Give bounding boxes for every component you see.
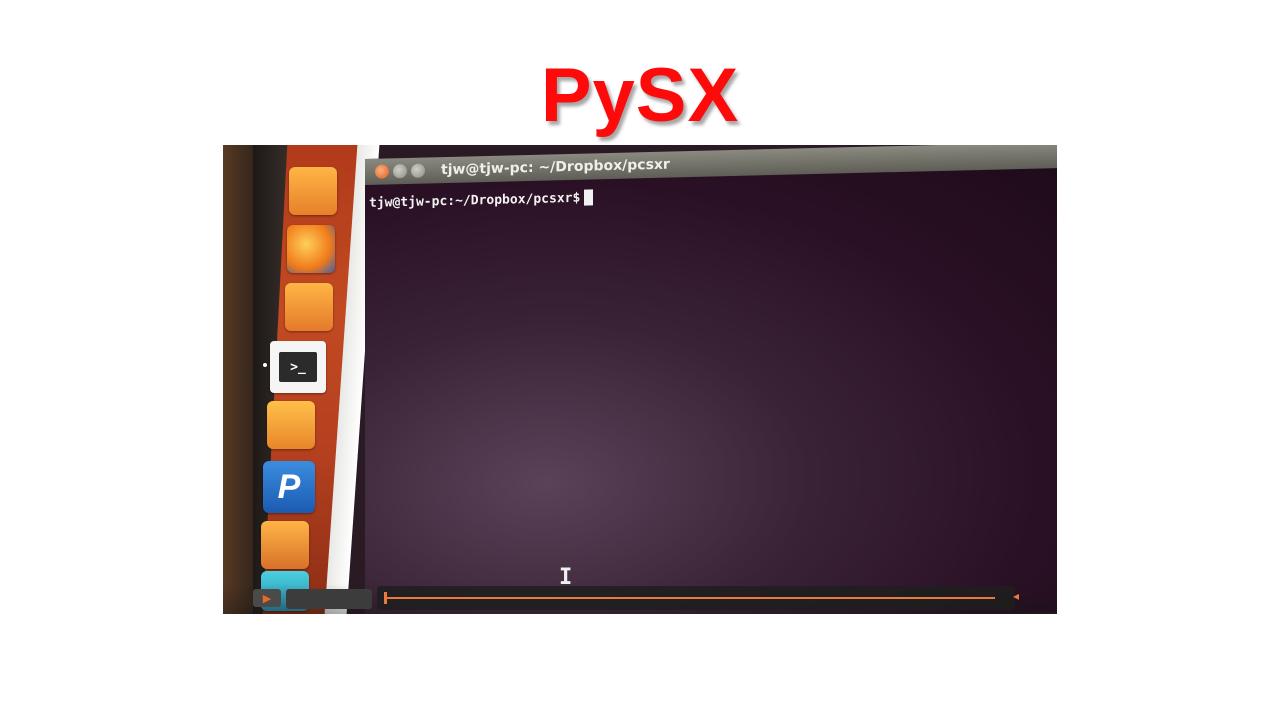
time-display (286, 589, 372, 609)
seek-track (385, 597, 995, 599)
text-cursor (584, 189, 594, 206)
folder-icon[interactable] (267, 401, 315, 449)
terminal-titlebar[interactable]: tjw@tjw-pc: ~/Dropbox/pcsxr (365, 145, 1057, 185)
terminal-window[interactable]: tjw@tjw-pc: ~/Dropbox/pcsxr tjw@tjw-pc:~… (365, 145, 1057, 614)
firefox-icon[interactable] (287, 225, 335, 273)
home-folder-icon[interactable] (289, 167, 337, 215)
terminal-icon-screen: >_ (279, 352, 317, 382)
play-icon: ▶ (262, 591, 272, 605)
play-button[interactable]: ▶ (253, 589, 281, 607)
seek-bar[interactable] (377, 586, 1015, 610)
package-icon[interactable] (261, 521, 309, 569)
running-indicator (263, 363, 267, 367)
terminal-prompt: tjw@tjw-pc:~/Dropbox/pcsxr$ (369, 190, 581, 211)
terminal-prompt-line[interactable]: tjw@tjw-pc:~/Dropbox/pcsxr$ (369, 189, 594, 211)
close-button[interactable] (375, 164, 389, 179)
terminal-icon[interactable]: >_ (270, 341, 326, 393)
minimize-button[interactable] (393, 163, 407, 179)
volume-icon[interactable]: ◂ (1013, 589, 1019, 603)
page-title: PySX (540, 53, 740, 138)
seek-handle[interactable] (384, 592, 387, 604)
player-controls: ▶ ◂ (223, 584, 1057, 614)
maximize-button[interactable] (411, 163, 425, 178)
window-title: tjw@tjw-pc: ~/Dropbox/pcsxr (441, 156, 670, 179)
pcsx-icon[interactable]: P (263, 461, 315, 513)
files-icon[interactable] (285, 283, 333, 331)
video-player[interactable]: >_ P tjw@tjw-pc: ~/Dropbox/pcsxr tjw@tjw… (223, 145, 1057, 614)
